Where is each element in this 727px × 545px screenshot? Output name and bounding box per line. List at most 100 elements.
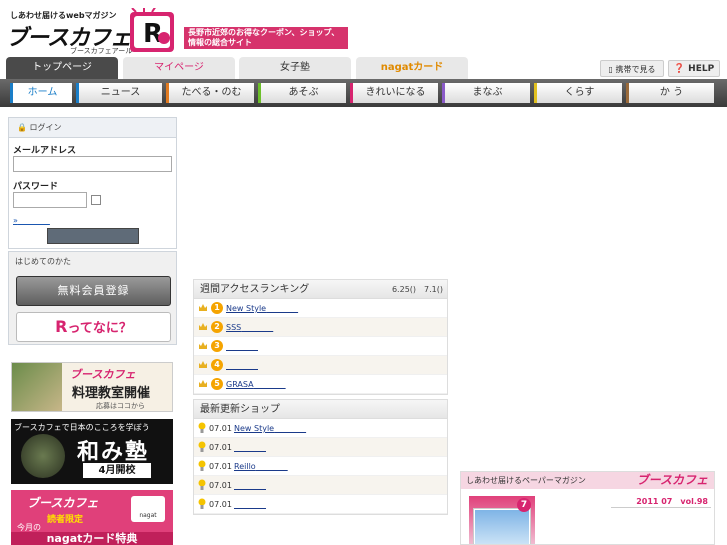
- update-date: 07.01: [209, 424, 232, 433]
- lock-icon: 🔒: [17, 123, 30, 132]
- login-header: 🔒 ログイン: [9, 118, 176, 138]
- update-shop-name: New Style: [234, 424, 275, 433]
- update-shop-link[interactable]: New Style: [234, 419, 306, 438]
- update-date: 07.01: [209, 443, 232, 452]
- nav-beauty[interactable]: きれいになる: [350, 83, 438, 103]
- paper-magazine: しあわせ届けるペーパーマガジン ブースカフェ 2011 07 vol.98 7: [460, 471, 715, 545]
- site-logo[interactable]: しあわせ届けるwebマガジン ブースカフェ ブースカフェアール R: [6, 8, 181, 55]
- help-button[interactable]: ❓ HELP: [668, 60, 720, 77]
- nav-learn[interactable]: まなぶ: [442, 83, 530, 103]
- nav-buy[interactable]: か う: [626, 83, 714, 103]
- crown-icon: [199, 304, 207, 311]
- cooking-class-banner[interactable]: ブースカフェ 料理教室開催 応募はココから: [11, 362, 173, 412]
- ranking-shop-name: GRASA: [226, 380, 254, 389]
- rank-number: 2: [211, 321, 223, 333]
- ranking-shop-name: SSS: [226, 323, 242, 332]
- login-button[interactable]: [47, 228, 139, 244]
- ranking-period: 6.25() 7.1(): [391, 285, 443, 294]
- updates-title: 最新更新ショップ: [200, 404, 280, 415]
- update-shop-link[interactable]: [234, 476, 266, 495]
- wamijuku-title: 和み塾: [77, 439, 150, 465]
- cooking-title: 料理教室開催: [72, 386, 151, 401]
- magazine-issue: 2011 07 vol.98: [636, 497, 708, 506]
- remember-checkbox[interactable]: [91, 195, 101, 205]
- email-label: メールアドレス: [13, 146, 77, 156]
- crown-icon: [199, 380, 207, 387]
- rank-number: 5: [211, 378, 223, 390]
- nagat-card-image: nagat: [131, 496, 165, 522]
- update-shop-link[interactable]: Reillo: [234, 457, 288, 476]
- tab-girls-school[interactable]: 女子塾: [239, 57, 351, 79]
- first-time-label: はじめてのかた: [15, 257, 71, 266]
- top-tabs: トップページ マイページ 女子塾 nagatカード ▯ 携帯で見る ❓ HELP: [0, 57, 727, 79]
- lightbulb-icon: [198, 479, 206, 490]
- cooking-photo: [12, 363, 62, 411]
- update-date: 07.01: [209, 462, 232, 471]
- ranking-shop-link[interactable]: New Style: [226, 299, 298, 318]
- update-row: 07.01 Reillo: [194, 457, 447, 476]
- ranking-header: 週間アクセスランキング 6.25() 7.1(): [194, 280, 447, 299]
- nagat-banner-label: 読者限定: [47, 515, 84, 525]
- update-date: 07.01: [209, 481, 232, 490]
- forgot-password-text: »: [13, 216, 18, 225]
- what-is-r-button[interactable]: Rってなに？: [16, 312, 171, 342]
- nagat-banner-bottom: nagatカード特典: [11, 532, 173, 545]
- ranking-shop-link[interactable]: [226, 337, 258, 356]
- update-row: 07.01: [194, 476, 447, 495]
- view-on-mobile-button[interactable]: ▯ 携帯で見る: [600, 60, 664, 77]
- update-shop-link[interactable]: [234, 495, 266, 514]
- crown-icon: [199, 342, 207, 349]
- update-row: 07.01: [194, 495, 447, 514]
- cooking-note: 応募はココから: [96, 402, 145, 410]
- nagat-card-banner[interactable]: ブースカフェ 読者限定 今月の nagat nagatカード特典: [11, 490, 173, 545]
- help-label: HELP: [688, 64, 715, 74]
- ranking-row: 2 SSS: [194, 318, 447, 337]
- magazine-header: しあわせ届けるペーパーマガジン ブースカフェ: [461, 472, 714, 489]
- wamijuku-banner[interactable]: ブースカフェで日本のこころを学ぼう 和み塾 4月開校: [11, 419, 173, 484]
- weekly-ranking: 週間アクセスランキング 6.25() 7.1() 1 New Style 2 SSS…: [193, 279, 448, 395]
- login-box: 🔒 ログイン メールアドレス パスワード »: [8, 117, 177, 249]
- crown-icon: [199, 361, 207, 368]
- magazine-title: しあわせ届けるペーパーマガジン: [466, 476, 586, 485]
- update-shop-name: Reillo: [234, 462, 256, 471]
- free-register-button[interactable]: 無料会員登録: [16, 276, 171, 306]
- rank-number: 3: [211, 340, 223, 352]
- cooking-brand: ブースカフェ: [70, 368, 136, 381]
- wamijuku-opening: 4月開校: [83, 463, 151, 478]
- lightbulb-icon: [198, 422, 206, 433]
- nav-news[interactable]: ニュース: [76, 83, 162, 103]
- tab-nagat-card[interactable]: nagatカード: [356, 57, 468, 79]
- logo-subtitle: ブースカフェアール: [70, 47, 133, 55]
- what-is-r-label: ってなに？: [67, 321, 132, 336]
- tab-top-page[interactable]: トップページ: [6, 57, 118, 79]
- nav-live[interactable]: くらす: [534, 83, 622, 103]
- password-field[interactable]: [13, 192, 87, 208]
- nav-play[interactable]: あそぶ: [258, 83, 346, 103]
- password-label: パスワード: [13, 182, 59, 192]
- ranking-shop-name: New Style: [226, 304, 267, 313]
- tab-my-page[interactable]: マイページ: [123, 57, 235, 79]
- magazine-logo: ブースカフェ: [636, 473, 708, 487]
- crown-icon: [199, 323, 207, 330]
- help-icon: ❓: [673, 64, 689, 74]
- magazine-divider: [611, 507, 711, 508]
- ranking-row: 4: [194, 356, 447, 375]
- ranking-shop-link[interactable]: GRASA: [226, 375, 286, 394]
- ranking-shop-link[interactable]: [226, 356, 258, 375]
- login-title: ログイン: [29, 123, 62, 132]
- email-field[interactable]: [13, 156, 172, 172]
- nav-home[interactable]: ホーム: [10, 83, 72, 103]
- magazine-cover[interactable]: 7: [469, 496, 535, 544]
- lightbulb-icon: [198, 460, 206, 471]
- wamijuku-caption: ブースカフェで日本のこころを学ぼう: [14, 423, 150, 432]
- nav-eat-drink[interactable]: たべる・のむ: [166, 83, 254, 103]
- site-description-banner: 長野市近郊のお得なクーポン、ショップ、情報の総合サイト: [184, 27, 348, 49]
- update-shop-link[interactable]: [234, 438, 266, 457]
- rank-number: 4: [211, 359, 223, 371]
- nagat-banner-brand: ブースカフェ: [27, 496, 99, 510]
- forgot-password-link[interactable]: »: [13, 215, 50, 226]
- r-letter: R: [55, 317, 68, 336]
- ranking-shop-link[interactable]: SSS: [226, 318, 273, 337]
- ranking-row: 1 New Style: [194, 299, 447, 318]
- lightbulb-icon: [198, 498, 206, 509]
